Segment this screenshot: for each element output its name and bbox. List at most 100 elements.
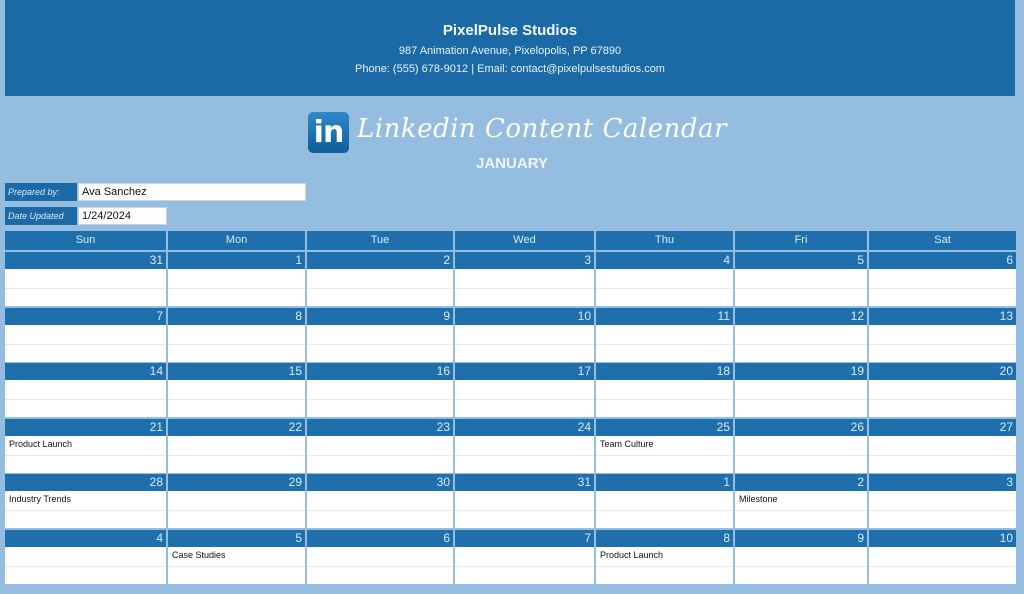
day-cell[interactable]: 27 [869,419,1016,473]
day-number: 9 [307,308,453,325]
day-number: 18 [596,363,733,380]
day-number: 3 [455,252,594,269]
day-cell[interactable]: 1 [168,252,305,306]
day-cell[interactable]: 20 [869,363,1016,417]
content-topic[interactable]: Industry Trends [9,494,71,504]
day-cell[interactable]: 5 [735,252,867,306]
day-cell[interactable]: 8 [168,308,305,362]
cell-divider [869,492,1016,511]
day-cell[interactable]: 19 [735,363,867,417]
day-cell[interactable]: 2 Milestone [735,474,867,528]
day-cell[interactable]: 28 Industry Trends [5,474,166,528]
cell-divider [455,381,594,400]
content-topic[interactable]: Product Launch [9,439,72,449]
day-cell[interactable]: 25 Team Culture [596,419,733,473]
cell-divider [307,381,453,400]
cell-divider [596,492,733,511]
day-number: 2 [735,474,867,491]
prepared-by-field[interactable]: Ava Sanchez [78,183,306,201]
day-cell[interactable]: 8 Product Launch [596,530,733,584]
day-cell[interactable]: 7 [5,308,166,362]
day-cell[interactable]: 14 [5,363,166,417]
day-cell[interactable]: 23 [307,419,453,473]
day-cell[interactable]: 16 [307,363,453,417]
cell-divider [735,548,867,567]
cell-divider [596,381,733,400]
cell-divider [168,492,305,511]
day-cell[interactable]: 7 [455,530,594,584]
cell-divider [596,270,733,289]
day-cell[interactable]: 22 [168,419,305,473]
day-cell[interactable]: 10 [455,308,594,362]
day-number: 26 [735,419,867,436]
day-cell[interactable]: 3 [869,474,1016,528]
day-number: 2 [307,252,453,269]
day-number: 29 [168,474,305,491]
cell-divider [5,270,166,289]
linkedin-icon: in [308,112,349,153]
cell-divider [455,437,594,456]
weekday-header-mon: Mon [168,231,305,250]
day-cell[interactable]: 13 [869,308,1016,362]
cell-divider [455,548,594,567]
day-cell[interactable]: 26 [735,419,867,473]
day-cell[interactable]: 31 [455,474,594,528]
day-cell[interactable]: 12 [735,308,867,362]
day-number: 19 [735,363,867,380]
day-cell[interactable]: 29 [168,474,305,528]
content-topic[interactable]: Team Culture [600,439,654,449]
day-cell[interactable]: 2 [307,252,453,306]
day-number: 1 [596,474,733,491]
day-cell[interactable]: 5 Case Studies [168,530,305,584]
day-cell[interactable]: 15 [168,363,305,417]
day-cell[interactable]: 31 [5,252,166,306]
day-number: 13 [869,308,1016,325]
day-cell[interactable]: 10 [869,530,1016,584]
cell-divider [735,437,867,456]
day-number: 27 [869,419,1016,436]
day-cell[interactable]: 6 [307,530,453,584]
week-row: 21 Product Launch 22 23 24 25 Team Culture 26 27 [5,419,1016,473]
day-cell[interactable]: 11 [596,308,733,362]
cell-divider [168,270,305,289]
day-number: 5 [735,252,867,269]
day-number: 11 [596,308,733,325]
day-number: 7 [455,530,594,547]
week-row: 4 5 Case Studies 6 7 8 Product Launch 9 10 [5,530,1016,584]
day-number: 21 [5,419,166,436]
day-cell[interactable]: 4 [5,530,166,584]
cell-divider [5,548,166,567]
content-topic[interactable]: Case Studies [172,550,226,560]
week-row: 31 1 2 3 4 5 6 [5,252,1016,306]
calendar-title: Linkedin Content Calendar [357,114,727,144]
day-cell[interactable]: 1 [596,474,733,528]
day-cell[interactable]: 6 [869,252,1016,306]
cell-divider [5,326,166,345]
date-updated-field[interactable]: 1/24/2024 [78,207,167,225]
day-cell[interactable]: 3 [455,252,594,306]
day-cell[interactable]: 30 [307,474,453,528]
day-number: 9 [735,530,867,547]
company-contact: Phone: (555) 678-9012 | Email: contact@p… [355,63,665,75]
day-cell[interactable]: 9 [307,308,453,362]
day-number: 30 [307,474,453,491]
day-number: 25 [596,419,733,436]
day-cell[interactable]: 17 [455,363,594,417]
content-topic[interactable]: Product Launch [600,550,663,560]
day-number: 20 [869,363,1016,380]
day-number: 15 [168,363,305,380]
content-topic[interactable]: Milestone [739,494,778,504]
title-block: in Linkedin Content Calendar JANUARY [0,110,1024,174]
cell-divider [735,381,867,400]
cell-divider [455,326,594,345]
day-number: 10 [455,308,594,325]
day-cell[interactable]: 4 [596,252,733,306]
day-number: 31 [5,252,166,269]
day-cell[interactable]: 18 [596,363,733,417]
company-header: PixelPulse Studios 987 Animation Avenue,… [5,0,1015,96]
day-cell[interactable]: 24 [455,419,594,473]
day-cell[interactable]: 21 Product Launch [5,419,166,473]
cell-divider [869,548,1016,567]
day-cell[interactable]: 9 [735,530,867,584]
day-number: 6 [869,252,1016,269]
